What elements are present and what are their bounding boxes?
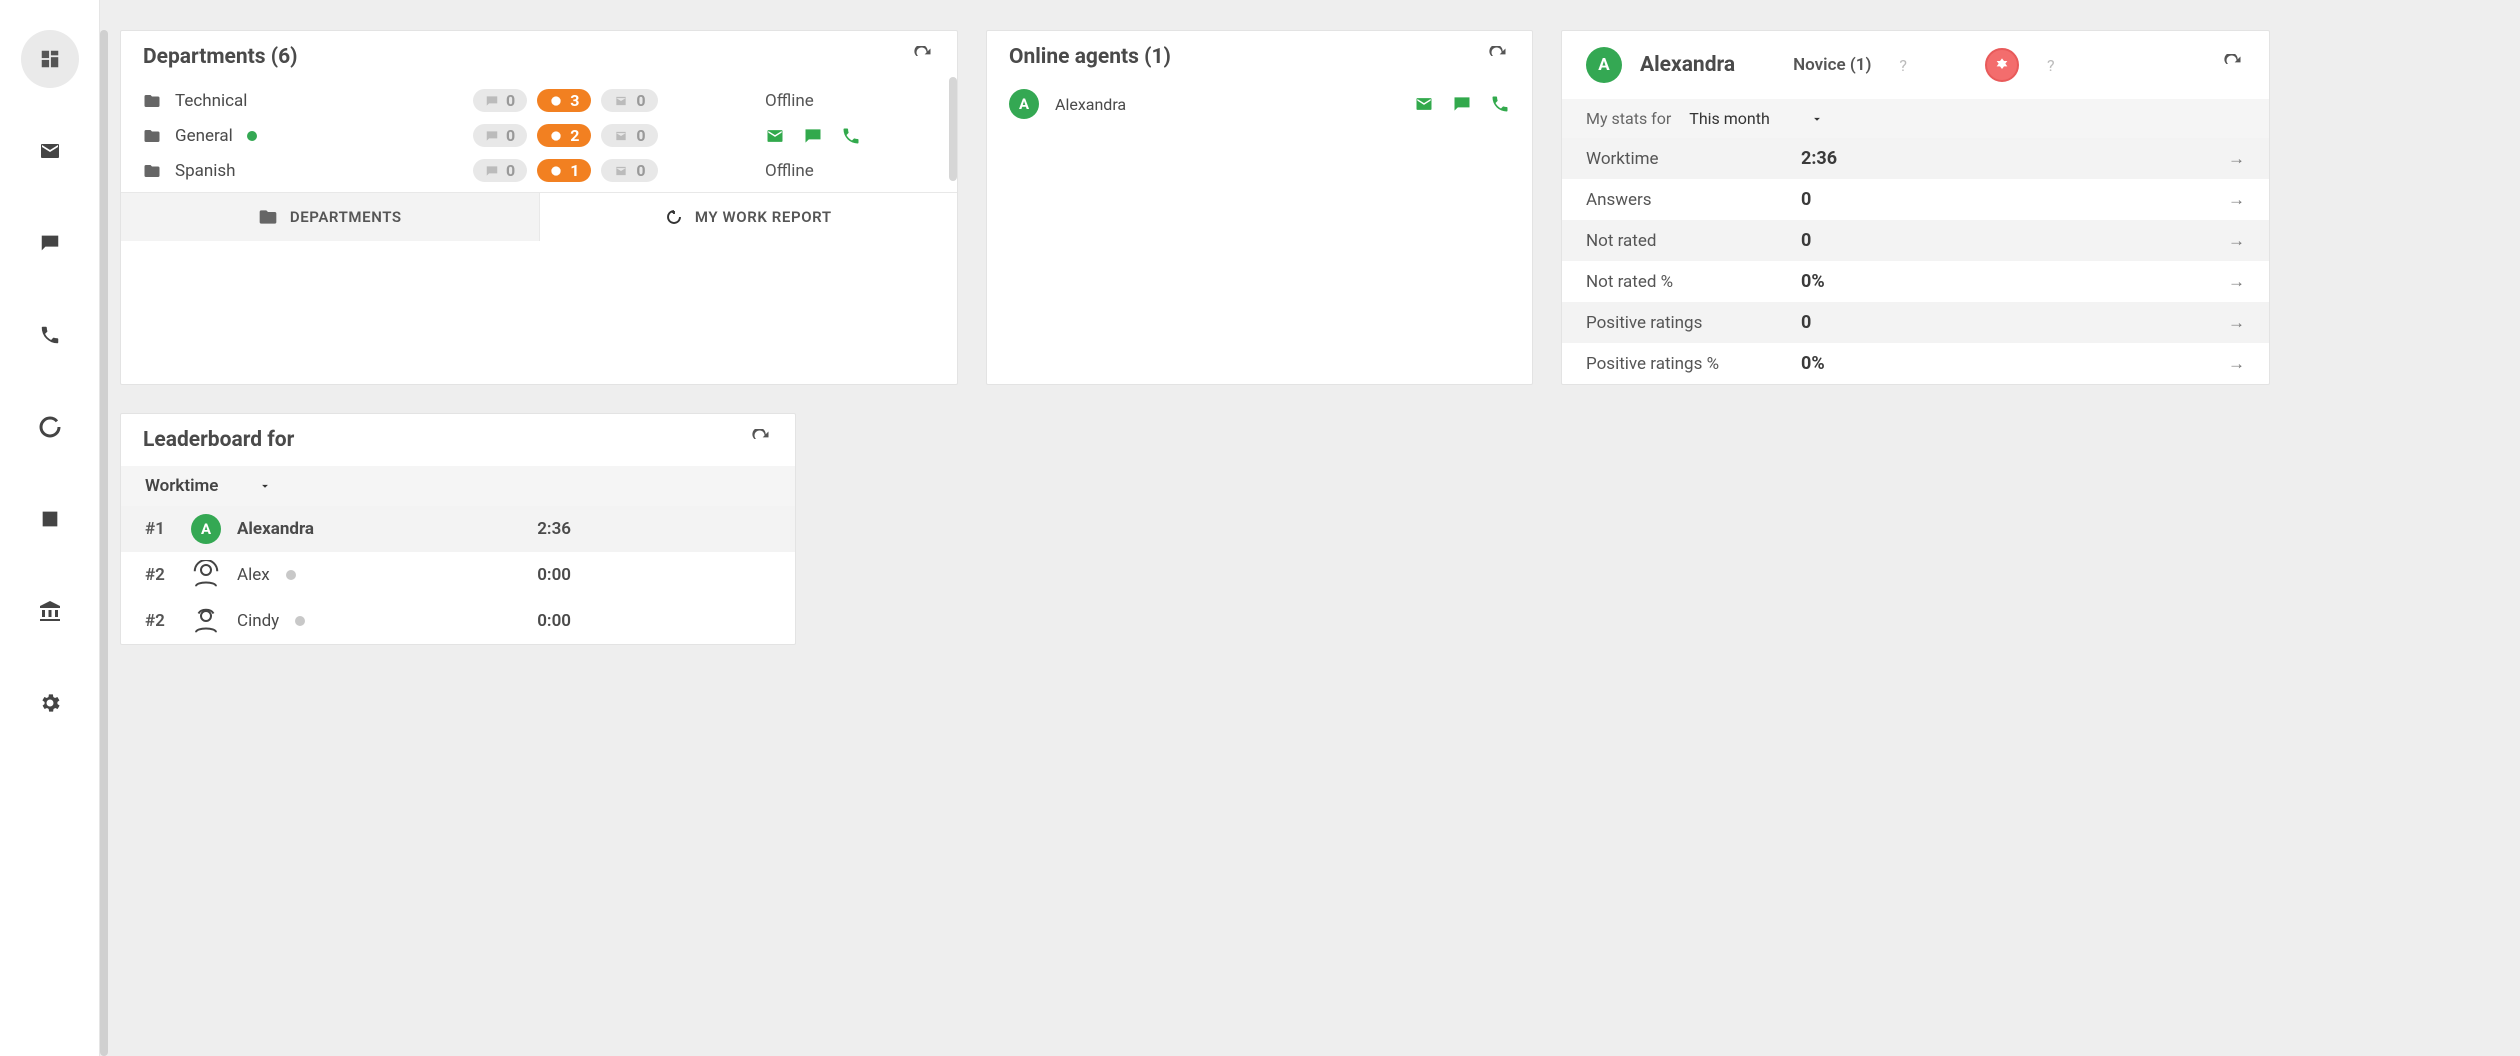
department-row[interactable]: Technical 0 3 0 Offline xyxy=(121,83,957,118)
avatar: A xyxy=(1009,89,1039,119)
tab-departments[interactable]: DEPARTMENTS xyxy=(121,193,540,241)
left-sidebar xyxy=(0,0,100,1056)
departments-scrollbar[interactable] xyxy=(949,77,957,181)
arrow-right-icon: → xyxy=(2228,190,2245,210)
mail-count-pill: 0 xyxy=(601,124,657,147)
stat-row[interactable]: Answers 0 → xyxy=(1562,179,2269,220)
folder-icon xyxy=(258,207,278,227)
stat-row[interactable]: Not rated 0 → xyxy=(1562,220,2269,261)
stats-refresh-icon[interactable] xyxy=(2223,54,2245,76)
online-agents-title: Online agents (1) xyxy=(1009,45,1171,69)
department-row[interactable]: General 0 2 0 xyxy=(121,118,957,153)
stat-row[interactable]: Worktime 2:36 → xyxy=(1562,138,2269,179)
help-icon[interactable]: ? xyxy=(1899,56,1907,75)
mail-icon[interactable] xyxy=(765,126,785,146)
avatar: A xyxy=(191,514,221,544)
departments-card: Departments (6) Technical 0 3 xyxy=(120,30,958,385)
chat-count-pill: 0 xyxy=(473,159,527,182)
my-stats-card: A Alexandra Novice (1) ? ? My stats for xyxy=(1561,30,2270,385)
leaderboard-row[interactable]: #1 A Alexandra 2:36 xyxy=(121,506,795,552)
mail-count-pill: 0 xyxy=(601,89,657,112)
online-dot-icon xyxy=(247,131,257,141)
online-agents-card: Online agents (1) A Alexandra xyxy=(986,30,1533,385)
department-row[interactable]: Spanish 0 1 0 Offline xyxy=(121,153,957,188)
leaderboard-card: Leaderboard for Worktime #1 A Alexandra … xyxy=(120,413,796,645)
stats-period-dropdown[interactable]: This month xyxy=(1689,109,1824,128)
leaderboard-title: Leaderboard for xyxy=(143,428,294,452)
stat-row[interactable]: Positive ratings % 0% → xyxy=(1562,343,2269,384)
chat-count-pill: 0 xyxy=(473,89,527,112)
department-status: Offline xyxy=(765,91,814,111)
department-name: Spanish xyxy=(175,161,236,181)
chat-icon[interactable] xyxy=(803,126,823,146)
stat-row[interactable]: Not rated % 0% → xyxy=(1562,261,2269,302)
ticket-count-pill: 2 xyxy=(537,124,591,147)
phone-icon[interactable] xyxy=(1490,94,1510,114)
department-status: Offline xyxy=(765,161,814,181)
avatar: A xyxy=(1586,47,1622,83)
folder-icon xyxy=(143,162,161,180)
nav-mail[interactable] xyxy=(21,122,79,180)
tab-my-work-report[interactable]: MY WORK REPORT xyxy=(540,193,958,241)
help-icon[interactable]: ? xyxy=(2047,56,2055,75)
mail-icon[interactable] xyxy=(1414,94,1434,114)
nav-contacts[interactable] xyxy=(21,490,79,548)
badge-icon[interactable] xyxy=(1985,48,2019,82)
nav-activity[interactable] xyxy=(21,398,79,456)
online-agents-refresh-icon[interactable] xyxy=(1488,46,1510,68)
phone-icon[interactable] xyxy=(841,126,861,146)
chat-icon[interactable] xyxy=(1452,94,1472,114)
chat-count-pill: 0 xyxy=(473,124,527,147)
offline-dot-icon xyxy=(286,570,296,580)
agent-name: Alexandra xyxy=(1055,95,1126,114)
arrow-right-icon: → xyxy=(2228,272,2245,292)
stat-row[interactable]: Positive ratings 0 → xyxy=(1562,302,2269,343)
level-label: Novice (1) xyxy=(1793,55,1871,75)
ticket-count-pill: 1 xyxy=(537,159,591,182)
leaderboard-metric-dropdown[interactable]: Worktime xyxy=(121,466,795,506)
agent-avatar-icon xyxy=(191,560,221,590)
department-name: Technical xyxy=(175,91,247,111)
arrow-right-icon: → xyxy=(2228,313,2245,333)
folder-icon xyxy=(143,92,161,110)
chevron-down-icon xyxy=(1810,112,1824,126)
chevron-down-icon xyxy=(258,479,272,493)
nav-dashboard[interactable] xyxy=(21,30,79,88)
mail-count-pill: 0 xyxy=(601,159,657,182)
nav-settings[interactable] xyxy=(21,674,79,732)
page-scrollbar[interactable] xyxy=(100,30,108,1056)
profile-name: Alexandra xyxy=(1640,53,1735,77)
folder-icon xyxy=(143,127,161,145)
nav-call[interactable] xyxy=(21,306,79,364)
ticket-count-pill: 3 xyxy=(537,89,591,112)
agent-row[interactable]: A Alexandra xyxy=(987,83,1532,137)
stats-list: Worktime 2:36 → Answers 0 → Not rated 0 … xyxy=(1562,138,2269,384)
refresh-icon xyxy=(665,208,683,226)
arrow-right-icon: → xyxy=(2228,231,2245,251)
nav-chat[interactable] xyxy=(21,214,79,272)
leaderboard-row[interactable]: #2 Cindy 0:00 xyxy=(121,598,795,644)
departments-title: Departments (6) xyxy=(143,45,298,69)
leaderboard-row[interactable]: #2 Alex 0:00 xyxy=(121,552,795,598)
agent-avatar-icon xyxy=(191,606,221,636)
offline-dot-icon xyxy=(295,616,305,626)
departments-refresh-icon[interactable] xyxy=(913,46,935,68)
nav-bank[interactable] xyxy=(21,582,79,640)
arrow-right-icon: → xyxy=(2228,149,2245,169)
leaderboard-refresh-icon[interactable] xyxy=(751,429,773,451)
department-name: General xyxy=(175,126,233,146)
arrow-right-icon: → xyxy=(2228,354,2245,374)
stats-filter-label: My stats for xyxy=(1586,109,1671,128)
